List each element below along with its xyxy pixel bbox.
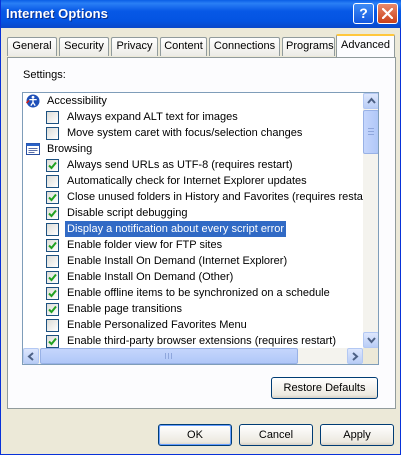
scroll-up-button[interactable] <box>363 93 378 109</box>
setting-offline-items-sync[interactable]: Enable offline items to be synchronized … <box>23 285 363 301</box>
setting-install-on-demand-ie[interactable]: Enable Install On Demand (Internet Explo… <box>23 253 363 269</box>
setting-personalized-favorites[interactable]: Enable Personalized Favorites Menu <box>23 317 363 333</box>
tab-programs[interactable]: Programs <box>282 37 335 56</box>
setting-send-urls-utf8[interactable]: Always send URLs as UTF-8 (requires rest… <box>23 157 363 173</box>
window-title: Internet Options <box>6 6 108 21</box>
setting-ftp-folder-view[interactable]: Enable folder view for FTP sites <box>23 237 363 253</box>
checkmark-icon <box>48 305 57 314</box>
checkbox[interactable] <box>46 111 59 124</box>
setting-label: Enable folder view for FTP sites <box>67 239 223 251</box>
checkbox[interactable] <box>46 255 59 268</box>
setting-check-ie-updates[interactable]: Automatically check for Internet Explore… <box>23 173 363 189</box>
scroll-down-button[interactable] <box>363 332 378 348</box>
setting-label: Enable Install On Demand (Other) <box>67 271 234 283</box>
setting-label: Enable Install On Demand (Internet Explo… <box>67 255 288 267</box>
setting-disable-script-debugging[interactable]: Disable script debugging <box>23 205 363 221</box>
chevron-left-icon <box>27 352 34 361</box>
browsing-icon <box>26 143 40 155</box>
help-icon: ? <box>359 5 368 21</box>
setting-label: Enable Personalized Favorites Menu <box>67 319 247 331</box>
setting-label: Close unused folders in History and Favo… <box>67 191 374 203</box>
horizontal-scroll-thumb[interactable] <box>40 348 298 364</box>
checkmark-icon <box>48 193 57 202</box>
setting-label: Enable third-party browser extensions (r… <box>67 335 337 347</box>
setting-label: Enable page transitions <box>67 303 182 315</box>
setting-install-on-demand-other[interactable]: Enable Install On Demand (Other) <box>23 269 363 285</box>
help-button[interactable]: ? <box>353 3 374 24</box>
category-label: Browsing <box>47 143 93 155</box>
scroll-left-button[interactable] <box>23 348 39 364</box>
tab-content[interactable]: Content <box>160 37 207 56</box>
setting-label: Move system caret with focus/selection c… <box>67 127 303 139</box>
checkbox[interactable] <box>46 207 59 220</box>
vertical-scrollbar[interactable] <box>363 93 378 348</box>
tab-strip: General Security Privacy Content Connect… <box>7 34 395 58</box>
tab-advanced[interactable]: Advanced <box>336 34 395 57</box>
internet-options-dialog: Internet Options ? General Security Priv… <box>0 0 401 455</box>
setting-page-transitions[interactable]: Enable page transitions <box>23 301 363 317</box>
setting-label: Enable offline items to be synchronized … <box>67 287 330 299</box>
checkmark-icon <box>48 273 57 282</box>
checkmark-icon <box>48 337 57 346</box>
tab-security[interactable]: Security <box>59 37 109 56</box>
setting-move-system-caret[interactable]: Move system caret with focus/selection c… <box>23 125 363 141</box>
horizontal-scrollbar[interactable] <box>23 348 363 364</box>
ok-button[interactable]: OK <box>158 424 232 446</box>
setting-expand-alt-text[interactable]: Always expand ALT text for images <box>23 109 363 125</box>
checkbox[interactable] <box>46 271 59 284</box>
chevron-right-icon <box>352 352 359 361</box>
checkbox[interactable] <box>46 239 59 252</box>
checkbox[interactable] <box>46 127 59 140</box>
close-icon <box>382 8 393 19</box>
checkbox[interactable] <box>46 159 59 172</box>
tab-general[interactable]: General <box>7 37 57 56</box>
setting-label: Automatically check for Internet Explore… <box>67 175 307 187</box>
tab-connections[interactable]: Connections <box>209 37 280 56</box>
chevron-up-icon <box>367 97 376 104</box>
restore-defaults-button[interactable]: Restore Defaults <box>271 377 378 399</box>
advanced-tab-panel: Settings: Accessibility Always expand AL… <box>7 57 396 409</box>
settings-tree[interactable]: Accessibility Always expand ALT text for… <box>22 92 379 365</box>
checkbox[interactable] <box>46 191 59 204</box>
title-bar[interactable]: Internet Options ? <box>1 0 401 28</box>
setting-label: Always send URLs as UTF-8 (requires rest… <box>67 159 293 171</box>
checkbox[interactable] <box>46 335 59 348</box>
setting-close-unused-folders[interactable]: Close unused folders in History and Favo… <box>23 189 373 205</box>
category-browsing: Browsing <box>23 141 363 157</box>
checkmark-icon <box>48 209 57 218</box>
tab-privacy[interactable]: Privacy <box>111 37 158 56</box>
setting-label: Display a notification about every scrip… <box>65 221 287 237</box>
apply-button[interactable]: Apply <box>320 424 394 446</box>
category-accessibility: Accessibility <box>23 93 363 109</box>
checkbox[interactable] <box>46 303 59 316</box>
settings-label: Settings: <box>23 69 66 81</box>
checkbox[interactable] <box>46 319 59 332</box>
accessibility-icon <box>26 94 40 108</box>
checkmark-icon <box>48 241 57 250</box>
setting-third-party-extensions[interactable]: Enable third-party browser extensions (r… <box>23 333 363 349</box>
scrollbar-corner <box>363 348 378 364</box>
setting-label: Always expand ALT text for images <box>67 111 238 123</box>
checkbox[interactable] <box>46 287 59 300</box>
checkbox[interactable] <box>46 175 59 188</box>
setting-script-error-notification[interactable]: Display a notification about every scrip… <box>23 221 363 237</box>
checkmark-icon <box>48 161 57 170</box>
category-label: Accessibility <box>47 95 107 107</box>
scroll-right-button[interactable] <box>347 348 363 364</box>
vertical-scroll-thumb[interactable] <box>363 110 378 154</box>
close-button[interactable] <box>377 3 398 24</box>
checkmark-icon <box>48 289 57 298</box>
chevron-down-icon <box>367 337 376 344</box>
cancel-button[interactable]: Cancel <box>239 424 313 446</box>
checkbox[interactable] <box>46 223 59 236</box>
setting-label: Disable script debugging <box>67 207 188 219</box>
